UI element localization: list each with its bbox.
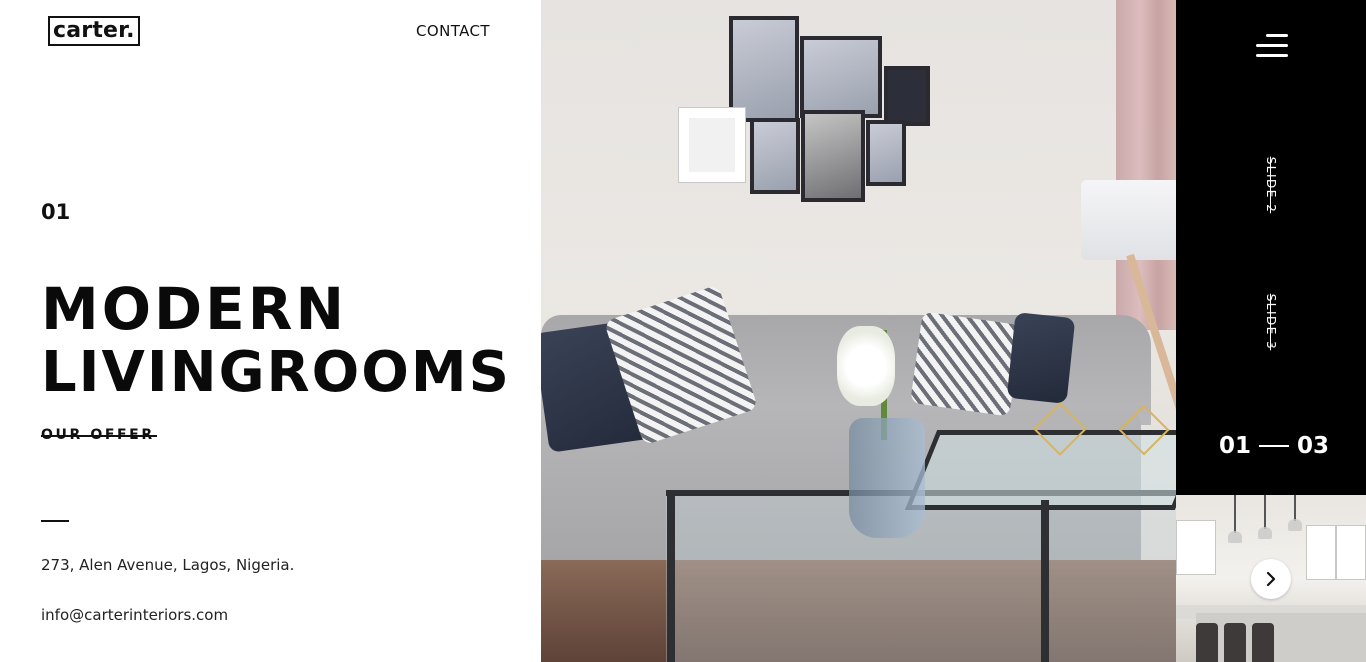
wall-frame xyxy=(729,16,799,122)
counter-divider xyxy=(1259,445,1290,447)
wall-frame xyxy=(884,66,930,126)
page: carter. CONTACT 01 MODERN LIVINGROOMS OU… xyxy=(0,0,1366,662)
hero-image xyxy=(541,0,1176,662)
flower-bloom xyxy=(837,326,895,406)
hamburger-menu-icon xyxy=(1256,44,1288,47)
our-offer-link[interactable]: OUR OFFER xyxy=(41,427,157,443)
table-leg xyxy=(667,496,675,662)
slide-2-link[interactable]: SLIDE 2 xyxy=(1264,135,1278,235)
kitchen-cabinet xyxy=(1306,525,1336,580)
bar-stool xyxy=(1252,623,1274,662)
pendant-light xyxy=(1288,495,1302,531)
wall-frame xyxy=(679,108,745,182)
hamburger-menu-icon xyxy=(1266,34,1288,37)
slide-counter-current: 01 xyxy=(1219,433,1252,459)
headline-line-1: MODERN xyxy=(41,275,347,343)
bar-stool xyxy=(1224,623,1246,662)
kitchen-cabinet xyxy=(1336,525,1366,580)
wall-frame xyxy=(750,118,800,194)
pendant-light xyxy=(1228,495,1242,543)
slide-counter-total: 03 xyxy=(1297,433,1330,459)
pendant-light xyxy=(1258,495,1272,539)
headline-line-2: LIVINGROOMS xyxy=(41,340,511,405)
menu-button[interactable] xyxy=(1254,32,1288,60)
slide-counter: 01 03 xyxy=(1219,433,1329,459)
bar-stool xyxy=(1196,623,1218,662)
wall-frame xyxy=(800,36,882,118)
wall-frame xyxy=(801,110,865,202)
brand-logo[interactable]: carter. xyxy=(48,16,140,46)
address-text: 273, Alen Avenue, Lagos, Nigeria. xyxy=(41,556,295,574)
next-slide-button[interactable] xyxy=(1251,559,1291,599)
slide-number: 01 xyxy=(41,200,71,224)
pillow xyxy=(910,311,1022,417)
email-link[interactable]: info@carterinteriors.com xyxy=(41,606,228,624)
left-content-panel: carter. CONTACT 01 MODERN LIVINGROOMS OU… xyxy=(0,0,541,662)
table-leg xyxy=(1041,500,1049,662)
hamburger-menu-icon xyxy=(1256,54,1288,57)
curtain-decor xyxy=(1116,0,1176,330)
chevron-right-icon xyxy=(1266,571,1276,587)
pillow xyxy=(1006,312,1076,404)
hero-headline: MODERN LIVINGROOMS xyxy=(41,275,511,405)
floor-lamp-shade xyxy=(1081,180,1176,260)
contact-link[interactable]: CONTACT xyxy=(416,22,490,40)
kitchen-cabinet xyxy=(1176,520,1216,575)
kitchen-island xyxy=(1196,613,1366,662)
slider-nav-panel: SLIDE 2 SLIDE 3 01 03 xyxy=(1176,0,1366,495)
glass-vase xyxy=(849,418,925,538)
divider-dash xyxy=(41,520,69,522)
wall-frame xyxy=(866,120,906,186)
slide-3-link[interactable]: SLIDE 3 xyxy=(1264,272,1278,372)
